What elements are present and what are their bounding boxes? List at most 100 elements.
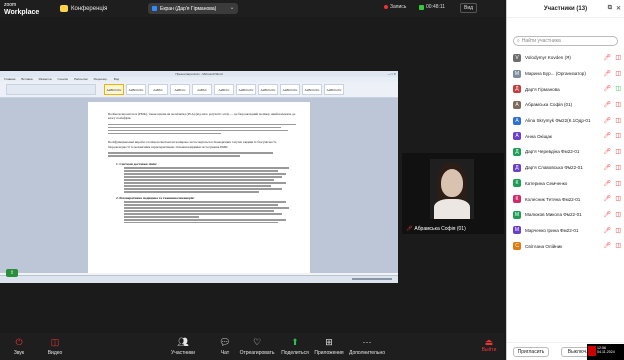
participant-row[interactable]: Д Дар'я Славовська Фм22-01 🎤︎ ◫ [507,160,624,176]
video-off-icon[interactable]: ◫ [615,211,621,218]
video-off-icon[interactable]: ◫ [615,180,621,187]
participants-button[interactable]: 👥︎ Участники [164,337,202,356]
participant-name-label: 🎤︎ Абрамська Софія (01) [406,226,466,232]
invite-button[interactable]: Пригласить [513,347,549,357]
recording-indicator[interactable]: Запись [384,4,406,10]
muted-mic-icon[interactable]: 🎤︎ [603,70,611,77]
ribbon-tab: Рецензир. [93,77,108,81]
document-page: Полімолочна кислота (PMK), також відома … [88,102,310,273]
participant-name: Абрамська Софія (01) [525,102,573,108]
avatar: Д [513,85,521,94]
video-off-icon[interactable]: ◫ [615,242,621,249]
participant-row[interactable]: К Колесник Тетяна Фм22-01 🎤︎ ◫ [507,191,624,207]
avatar: М [513,210,521,219]
video-off-icon[interactable]: ◫ [615,54,621,61]
options-icon[interactable]: ⌄ [228,4,236,12]
participant-row[interactable]: А Анна Окіщак 🎤︎ ◫ [507,128,624,144]
muted-mic-icon[interactable]: 🎤︎ [603,54,611,61]
ribbon-tab: Разметка [38,77,52,81]
style-preset: AaBbCcDc [126,84,146,95]
share-button[interactable]: ⬆ Поделиться [276,337,314,356]
participants-list: V Volodymyr Kovden (Я) 🎤︎ ◫ М Марина Бур... (… [507,50,624,254]
shield-icon [60,5,68,12]
leave-icon: ⏏ [484,337,494,347]
participant-name: Alina Skrymyk Фм22(К.1Одр-01 [525,118,591,124]
participant-row[interactable]: М Малюков Микола Фм22-01 🎤︎ ◫ [507,207,624,223]
participant-row[interactable]: С Світлана Олійник 🎤︎ ◫ [507,238,624,254]
close-icon[interactable]: ✕ [616,5,621,12]
search-icon: ⌕ [517,38,520,44]
video-button[interactable]: ◫ Видео [36,337,74,356]
view-button[interactable]: Вид [460,3,478,13]
video-off-icon[interactable]: ◫ [615,148,621,155]
muted-mic-icon[interactable]: 🎤︎ [603,101,611,108]
participant-row[interactable]: Д Дар'я Гірманова 🎤︎ ◫ [507,81,624,97]
muted-mic-icon[interactable]: 🎤︎ [603,227,611,234]
leave-button[interactable]: ⏏ Выйти [478,337,500,353]
muted-mic-icon[interactable]: 🎤︎ [603,195,611,202]
participant-row[interactable]: V Volodymyr Kovden (Я) 🎤︎ ◫ [507,50,624,66]
muted-mic-icon[interactable]: 🎤︎ [603,180,611,187]
popout-icon[interactable]: ⧉ [608,5,612,12]
muted-mic-icon[interactable]: 🎤︎ [603,117,611,124]
style-preset: AaBbC [148,84,168,95]
video-off-icon[interactable]: ◫ [615,101,621,108]
muted-mic-icon[interactable]: 🎤︎ [603,164,611,171]
avatar: М [513,69,521,78]
record-dot-icon [384,5,388,9]
video-off-icon[interactable]: ◫ [615,227,621,234]
muted-mic-icon[interactable]: 🎤︎ [603,132,611,139]
more-button[interactable]: ··· Дополнительно [348,337,386,356]
app-tray-icon [588,346,596,356]
avatar: С [513,242,521,251]
avatar: A [513,116,521,125]
ribbon-tab: Ссылки [57,77,69,81]
video-off-icon[interactable]: ◫ [615,164,621,171]
participant-name: Катерина Семченко [525,180,568,186]
video-off-icon[interactable]: ◫ [615,195,621,202]
avatar: К [513,195,521,204]
reactions-button[interactable]: ♡ Отреагировать [238,337,276,356]
participant-row[interactable]: К Катерина Семченко 🎤︎ ◫ [507,176,624,192]
participant-video-tile[interactable]: 🎤︎ Абрамська Софія (01) [402,153,504,234]
participant-row[interactable]: A Alina Skrymyk Фм22(К.1Одр-01 🎤︎ ◫ [507,113,624,129]
participant-row[interactable]: М Марченко Ірина Фм22-01 🎤︎ ◫ [507,223,624,239]
style-preset: AaBbCcDc [258,84,278,95]
conference-indicator[interactable]: Конференція [60,5,107,12]
avatar: К [513,179,521,188]
participant-row[interactable]: М Марина Бур... (Организатор) 🎤︎ ◫ [507,66,624,82]
apps-icon: ⊞ [325,337,333,347]
system-tray-clock: 12:56 04.11.2024 [587,344,624,360]
video-off-icon[interactable]: ◫ [615,70,621,77]
apps-button[interactable]: ⊞ Приложения [310,337,348,356]
muted-mic-icon[interactable]: 🎤︎ [603,211,611,218]
participant-row[interactable]: А Абрамська Софія (01) 🎤︎ ◫ [507,97,624,113]
screen-share-indicator[interactable]: Екран (Дар'я Гірманова) [148,3,238,14]
participant-search-input[interactable]: ⌕ Найти участника [513,36,618,46]
video-on-icon[interactable]: ◫ [615,85,621,92]
participant-name: Дар'я Славовська Фм22-01 [525,165,583,171]
participant-row[interactable]: Д Дар'я Черевдіна Фм22-01 🎤︎ ◫ [507,144,624,160]
word-document-area: Полімолочна кислота (PMK), також відома … [0,98,398,273]
style-preset: AaBbCcDc [324,84,344,95]
style-preset: AaBbCcDc [236,84,256,95]
font-controls [6,84,96,95]
muted-mic-icon[interactable]: 🎤︎ [603,242,611,249]
style-preset: AaBbCc [214,84,234,95]
share-security-icon[interactable]: ⇪ [6,269,18,277]
shared-screen: Презентація.docx - Microsoft Word ─ □ ✕ … [0,71,398,283]
participant-video [430,159,474,219]
video-off-icon[interactable]: ◫ [615,117,621,124]
zoom-window: zoom Workplace Конференція Екран (Дар'я … [0,0,624,360]
word-title-bar: Презентація.docx - Microsoft Word ─ □ ✕ [0,71,398,77]
document-heading: 1. Системи доставки ліків: [116,161,158,166]
participant-name: Volodymyr Kovden (Я) [525,55,571,61]
muted-mic-icon[interactable]: 🎤︎ [603,148,611,155]
meeting-toolbar: ⏻ Звук ◫ Видео 👥︎ Участники 💬︎ Чат ♡ Отр… [0,333,504,360]
participant-name: Марченко Ірина Фм22-01 [525,227,579,233]
ribbon-tab: Рассылки [74,77,88,81]
muted-mic-icon[interactable]: 🎤︎ [603,85,611,92]
video-off-icon[interactable]: ◫ [615,132,621,139]
participant-name: Дар'я Черевдіна Фм22-01 [525,149,580,155]
audio-button[interactable]: ⏻ Звук [0,337,38,356]
